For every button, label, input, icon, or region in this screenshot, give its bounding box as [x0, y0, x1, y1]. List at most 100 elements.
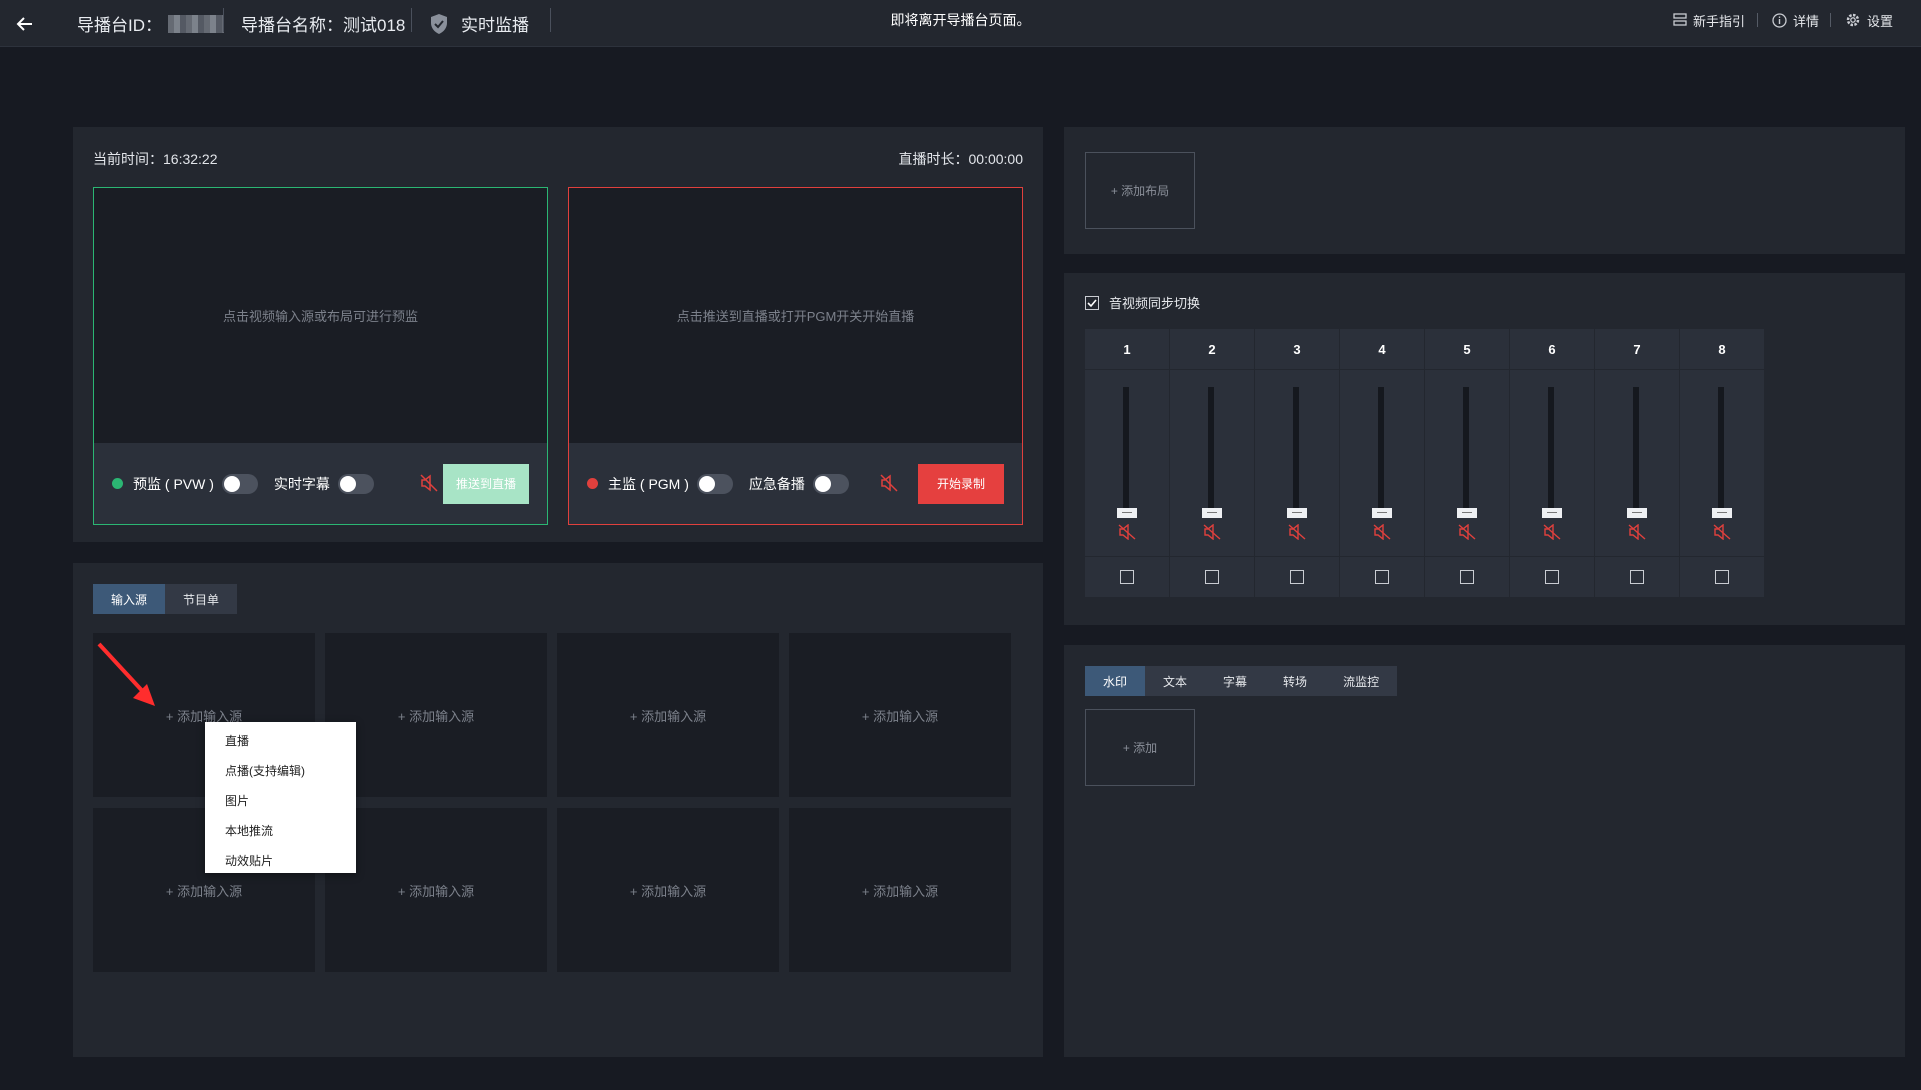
- mixer-channel: 2: [1170, 329, 1254, 597]
- divider: [1757, 13, 1758, 27]
- guide-label: 新手指引: [1693, 13, 1746, 29]
- channel-number: 3: [1255, 329, 1339, 369]
- divider: [411, 8, 412, 32]
- tab-input-sources[interactable]: 输入源: [93, 584, 166, 614]
- channel-checkbox[interactable]: [1290, 570, 1304, 584]
- mixer-channel: 6: [1510, 329, 1594, 597]
- tab-text[interactable]: 文本: [1145, 666, 1206, 696]
- tab-program-list[interactable]: 节目单: [165, 584, 238, 614]
- channel-footer: [1255, 557, 1339, 597]
- mute-icon[interactable]: [1373, 524, 1391, 540]
- mute-icon[interactable]: [1118, 524, 1136, 540]
- preview-controls: 预监 ( PVW ) 实时字幕 推送到直播: [94, 443, 547, 524]
- channel-checkbox[interactable]: [1205, 570, 1219, 584]
- live-duration-value: 00:00:00: [968, 151, 1024, 167]
- fader-handle[interactable]: [1372, 508, 1392, 518]
- add-source-slot[interactable]: + 添加输入源: [789, 808, 1011, 972]
- channel-number: 2: [1170, 329, 1254, 369]
- menu-item-live[interactable]: 直播: [205, 725, 356, 755]
- mute-icon[interactable]: [1458, 524, 1476, 540]
- fader-track: [1208, 387, 1214, 517]
- current-time-label: 当前时间：: [93, 151, 163, 167]
- fader-handle[interactable]: [1202, 508, 1222, 518]
- fader-handle[interactable]: [1627, 508, 1647, 518]
- channel-checkbox[interactable]: [1715, 570, 1729, 584]
- add-source-slot[interactable]: + 添加输入源: [789, 633, 1011, 797]
- tab-subtitle[interactable]: 字幕: [1205, 666, 1266, 696]
- director-id: 导播台ID：: [77, 0, 224, 47]
- preview-screen[interactable]: 点击视频输入源或布局可进行预监 预监 ( PVW ) 实时字幕 推送到直播: [93, 187, 548, 525]
- add-source-slot[interactable]: + 添加输入源: [325, 808, 547, 972]
- program-screen[interactable]: 点击推送到直播或打开PGM开关开始直播 主监 ( PGM ) 应急备播 开始录制: [568, 187, 1023, 525]
- channel-fader-area: [1425, 370, 1509, 556]
- realtime-monitor-link[interactable]: 实时监播: [429, 0, 529, 47]
- mixer-channel: 7: [1595, 329, 1679, 597]
- detail-button[interactable]: 详情: [1772, 0, 1819, 40]
- mixer-channel: 1: [1085, 329, 1169, 597]
- channel-fader-area: [1595, 370, 1679, 556]
- layout-panel: + 添加布局: [1064, 127, 1905, 254]
- mixer-channel: 4: [1340, 329, 1424, 597]
- arrow-left-icon: [16, 17, 32, 31]
- add-source-slot[interactable]: + 添加输入源: [557, 808, 779, 972]
- live-duration: 直播时长：00:00:00: [899, 149, 1024, 169]
- fader-handle[interactable]: [1457, 508, 1477, 518]
- push-to-live-button[interactable]: 推送到直播: [443, 463, 529, 504]
- mute-icon[interactable]: [1628, 524, 1646, 540]
- preview-status-dot: [112, 478, 123, 489]
- back-button[interactable]: [10, 9, 40, 39]
- channel-footer: [1680, 557, 1764, 597]
- menu-item-animated-sticker[interactable]: 动效贴片: [205, 845, 356, 875]
- fader-handle[interactable]: [1117, 508, 1137, 518]
- add-layout-button[interactable]: + 添加布局: [1085, 152, 1195, 229]
- backup-toggle[interactable]: [812, 473, 849, 494]
- fader-handle[interactable]: [1287, 508, 1307, 518]
- channel-footer: [1170, 557, 1254, 597]
- settings-button[interactable]: 设置: [1845, 0, 1893, 40]
- divider: [1830, 13, 1831, 27]
- add-source-slot[interactable]: + 添加输入源: [557, 633, 779, 797]
- add-source-slot[interactable]: + 添加输入源: [325, 633, 547, 797]
- mute-icon[interactable]: [1543, 524, 1561, 540]
- tab-watermark[interactable]: 水印: [1085, 666, 1146, 696]
- monitor-panel: 当前时间：16:32:22 直播时长：00:00:00 点击视频输入源或布局可进…: [73, 127, 1043, 542]
- fader-handle[interactable]: [1712, 508, 1732, 518]
- preview-toggle[interactable]: [221, 473, 258, 494]
- menu-item-local-push[interactable]: 本地推流: [205, 815, 356, 845]
- mute-icon[interactable]: [419, 473, 439, 493]
- menu-item-image[interactable]: 图片: [205, 785, 356, 815]
- subtitle-toggle[interactable]: [337, 473, 374, 494]
- fader-handle[interactable]: [1542, 508, 1562, 518]
- start-recording-button[interactable]: 开始录制: [918, 463, 1004, 504]
- mute-icon[interactable]: [879, 473, 899, 493]
- mute-icon[interactable]: [1288, 524, 1306, 540]
- tab-stream-monitor[interactable]: 流监控: [1325, 666, 1398, 696]
- channel-checkbox[interactable]: [1375, 570, 1389, 584]
- mute-icon[interactable]: [1203, 524, 1221, 540]
- mute-icon[interactable]: [1713, 524, 1731, 540]
- preview-label: 预监 ( PVW ): [133, 475, 214, 492]
- program-label: 主监 ( PGM ): [608, 475, 689, 492]
- audio-mixer-panel: 音视频同步切换 1 2 3 4 5 6 7 8: [1064, 273, 1905, 625]
- guide-button[interactable]: 新手指引: [1673, 0, 1745, 40]
- channel-checkbox[interactable]: [1460, 570, 1474, 584]
- director-name: 导播台名称： 测试018: [241, 0, 405, 47]
- channel-number: 5: [1425, 329, 1509, 369]
- program-toggle[interactable]: [696, 473, 733, 494]
- av-sync-checkbox[interactable]: [1085, 295, 1099, 310]
- fader-track: [1123, 387, 1129, 517]
- director-name-value: 测试018: [343, 16, 406, 35]
- fader-track: [1378, 387, 1384, 517]
- channel-fader-area: [1255, 370, 1339, 556]
- add-watermark-button[interactable]: + 添加: [1085, 709, 1195, 786]
- annotation-arrow: [97, 642, 155, 706]
- tab-transition[interactable]: 转场: [1265, 666, 1326, 696]
- channel-checkbox[interactable]: [1630, 570, 1644, 584]
- channel-footer: [1085, 557, 1169, 597]
- menu-item-vod[interactable]: 点播(支持编辑): [205, 755, 356, 785]
- channel-footer: [1340, 557, 1424, 597]
- channel-footer: [1595, 557, 1679, 597]
- channel-number: 6: [1510, 329, 1594, 369]
- channel-checkbox[interactable]: [1120, 570, 1134, 584]
- channel-checkbox[interactable]: [1545, 570, 1559, 584]
